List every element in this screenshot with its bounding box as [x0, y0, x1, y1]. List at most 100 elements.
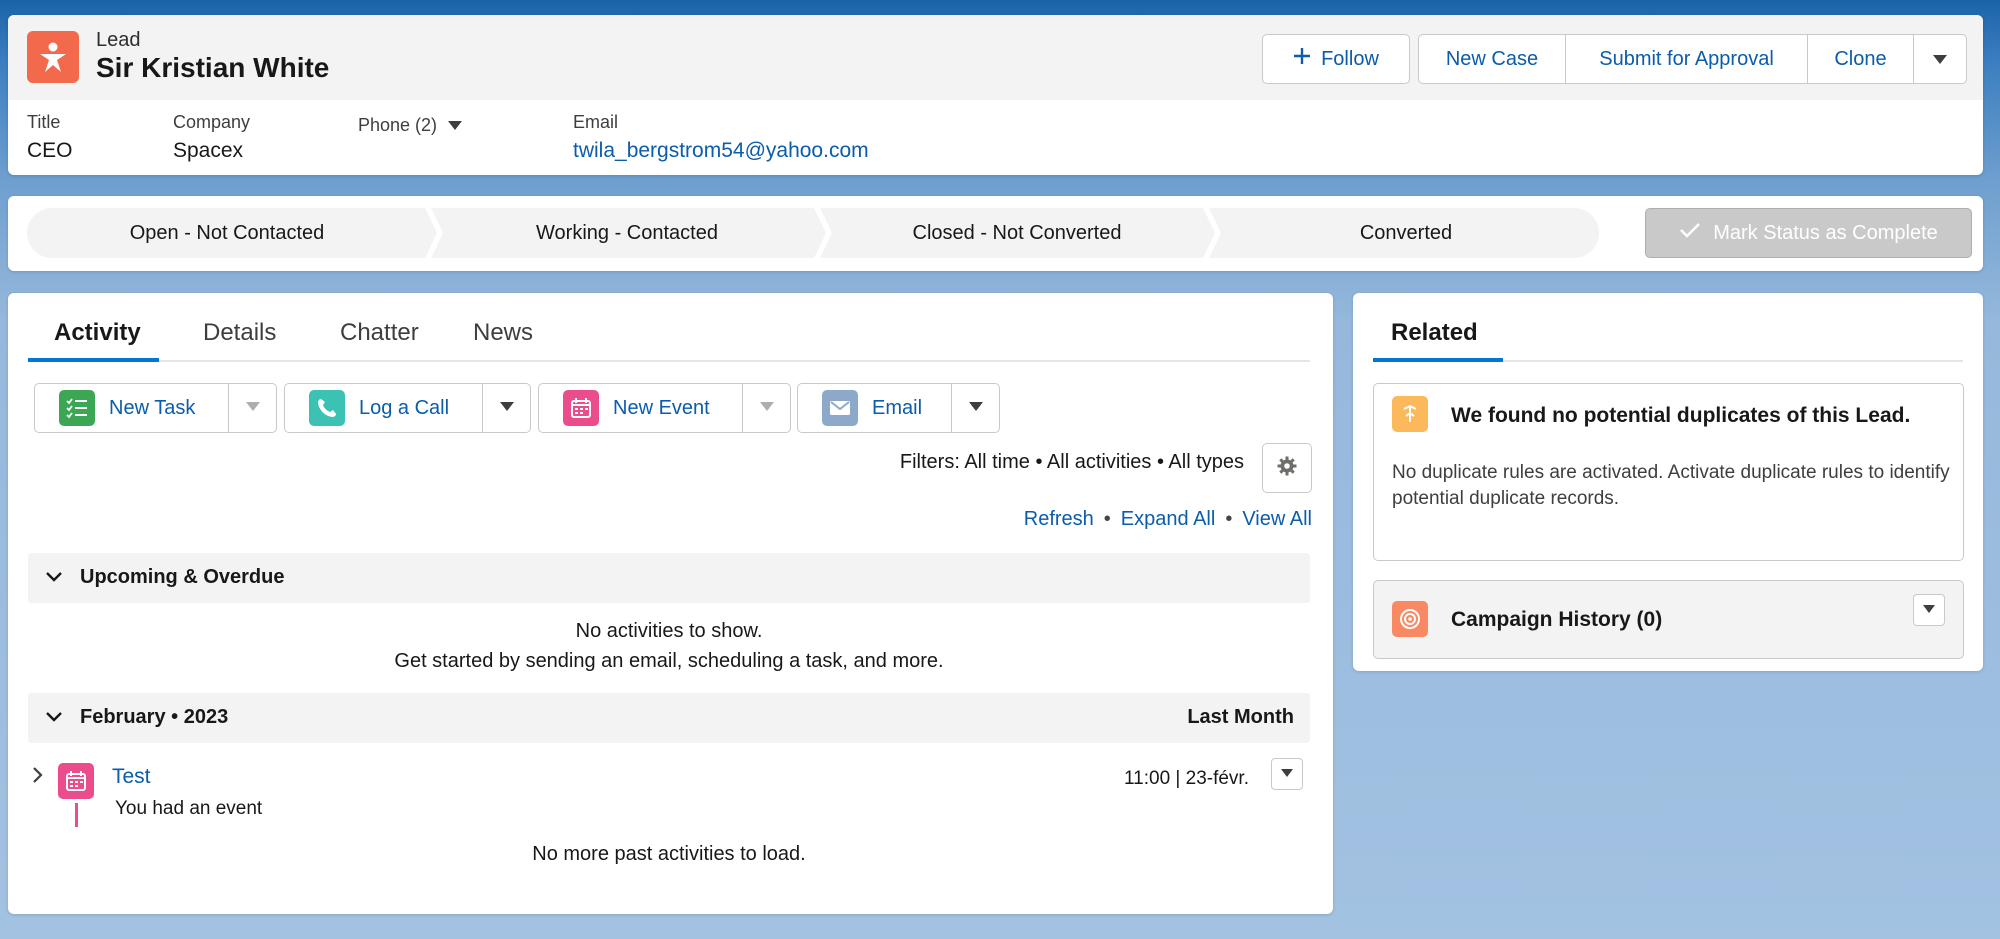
upcoming-overdue-title: Upcoming & Overdue — [80, 566, 285, 588]
chevron-down-icon — [245, 399, 261, 417]
new-event-button[interactable]: New Event — [539, 384, 742, 432]
email-icon — [822, 390, 858, 426]
campaign-history-title: Campaign History (0) — [1451, 608, 1663, 631]
check-icon — [1679, 221, 1701, 245]
view-all-link[interactable]: View All — [1242, 508, 1312, 531]
gear-icon — [1276, 455, 1298, 482]
company-field-value: Spacex — [173, 139, 244, 162]
mark-status-complete-button[interactable]: Mark Status as Complete — [1645, 208, 1972, 258]
path-stages: Open - Not Contacted Working - Contacted… — [27, 208, 1599, 258]
campaign-history-dropdown[interactable] — [1913, 594, 1945, 626]
tab-related[interactable]: Related — [1391, 319, 1478, 347]
follow-button[interactable]: Follow — [1262, 34, 1410, 84]
email-button[interactable]: Email — [798, 384, 951, 432]
duplicates-description: No duplicate rules are activated. Activa… — [1392, 462, 1950, 509]
no-more-activities-text: No more past activities to load. — [532, 843, 806, 865]
path-stage-working[interactable]: Working - Contacted — [432, 208, 822, 258]
expand-all-link[interactable]: Expand All — [1121, 508, 1216, 531]
more-actions-button[interactable] — [1914, 34, 1967, 84]
mark-status-complete-label: Mark Status as Complete — [1713, 221, 1938, 244]
tab-news[interactable]: News — [473, 319, 533, 347]
new-event-dropdown[interactable] — [742, 384, 790, 432]
email-field-label: Email — [573, 112, 619, 132]
email-dropdown[interactable] — [951, 384, 999, 432]
new-task-dropdown[interactable] — [228, 384, 276, 432]
campaign-history-card[interactable]: Campaign History (0) — [1373, 580, 1964, 659]
get-started-text: Get started by sending an email, schedul… — [394, 650, 944, 672]
duplicate-icon — [1392, 396, 1428, 432]
record-header: Lead Sir Kristian White Follow New Case … — [8, 15, 1983, 175]
phone-icon — [309, 390, 345, 426]
log-call-label: Log a Call — [359, 396, 450, 419]
no-activities-text: No activities to show. — [575, 620, 763, 642]
calendar-icon — [563, 390, 599, 426]
event-calendar-icon — [58, 763, 94, 799]
caret-down-icon — [447, 115, 463, 136]
tab-chatter[interactable]: Chatter — [340, 319, 419, 347]
path-stage-open[interactable]: Open - Not Contacted — [27, 208, 427, 258]
link-separator: • — [1225, 508, 1233, 530]
upcoming-overdue-section-header[interactable]: Upcoming & Overdue — [28, 553, 1310, 603]
path-stage-converted[interactable]: Converted — [1212, 208, 1600, 258]
record-name: Sir Kristian White — [96, 52, 330, 83]
new-case-button[interactable]: New Case — [1418, 34, 1566, 84]
active-tab-indicator — [1373, 358, 1503, 362]
event-actions-dropdown[interactable] — [1271, 758, 1303, 790]
chevron-down-icon — [1922, 601, 1936, 619]
tab-activity[interactable]: Activity — [54, 319, 141, 347]
path-stage-closed[interactable]: Closed - Not Converted — [822, 208, 1212, 258]
new-task-label: New Task — [109, 396, 196, 419]
status-path: Open - Not Contacted Working - Contacted… — [8, 196, 1983, 271]
month-section-header[interactable]: February • 2023 Last Month — [28, 693, 1310, 743]
email-button-group: Email — [797, 383, 1000, 433]
activity-links: Refresh • Expand All • View All — [1024, 508, 1312, 531]
event-subtitle: You had an event — [115, 798, 263, 819]
active-tab-indicator — [28, 358, 159, 362]
submit-for-approval-button[interactable]: Submit for Approval — [1566, 34, 1808, 84]
phone-field-dropdown[interactable]: Phone (2) — [358, 115, 463, 136]
header-actions-group: New Case Submit for Approval Clone — [1418, 34, 1967, 84]
log-call-button[interactable]: Log a Call — [285, 384, 482, 432]
new-task-button[interactable]: New Task — [35, 384, 228, 432]
lead-icon — [27, 31, 79, 83]
activity-tabs: Activity Details Chatter News — [28, 319, 1310, 362]
chevron-down-icon — [44, 569, 64, 590]
log-call-button-group: Log a Call — [284, 383, 531, 433]
object-type-label: Lead — [96, 29, 141, 51]
title-field-label: Title — [27, 112, 61, 132]
refresh-link[interactable]: Refresh — [1024, 508, 1094, 531]
filter-settings-button[interactable] — [1262, 443, 1312, 493]
timeline-line — [75, 803, 78, 827]
new-event-button-group: New Event — [538, 383, 791, 433]
related-tabs: Related — [1373, 319, 1963, 362]
follow-button-group: Follow — [1262, 34, 1410, 84]
chevron-down-icon — [968, 399, 984, 417]
duplicates-title: We found no potential duplicates of this… — [1451, 404, 1911, 427]
activity-panel: Activity Details Chatter News New Task L… — [8, 293, 1333, 914]
chevron-right-icon[interactable] — [30, 765, 46, 790]
company-field-label: Company — [173, 112, 251, 132]
log-call-dropdown[interactable] — [482, 384, 530, 432]
follow-label: Follow — [1321, 47, 1379, 70]
phone-field-label: Phone (2) — [358, 115, 438, 135]
chevron-down-icon — [499, 399, 515, 417]
record-header-top: Lead Sir Kristian White Follow New Case … — [8, 15, 1983, 100]
event-time: 11:00 | 23-févr. — [1124, 768, 1249, 789]
activity-filters-text: Filters: All time • All activities • All… — [899, 451, 1244, 473]
new-event-label: New Event — [613, 396, 710, 419]
campaign-icon — [1392, 601, 1428, 637]
plus-icon — [1293, 47, 1311, 71]
chevron-down-icon — [1280, 765, 1294, 783]
duplicates-card: We found no potential duplicates of this… — [1373, 383, 1964, 561]
last-month-label: Last Month — [1187, 706, 1294, 728]
task-icon — [59, 390, 95, 426]
clone-button[interactable]: Clone — [1808, 34, 1914, 84]
email-link[interactable]: twila_bergstrom54@yahoo.com — [573, 139, 869, 163]
tab-details[interactable]: Details — [203, 319, 276, 347]
link-separator: • — [1103, 508, 1111, 530]
event-title-link[interactable]: Test — [112, 765, 151, 789]
chevron-down-icon — [759, 399, 775, 417]
related-panel: Related We found no potential duplicates… — [1353, 293, 1983, 671]
chevron-down-icon — [1932, 48, 1948, 71]
month-section-title: February • 2023 — [80, 706, 229, 728]
